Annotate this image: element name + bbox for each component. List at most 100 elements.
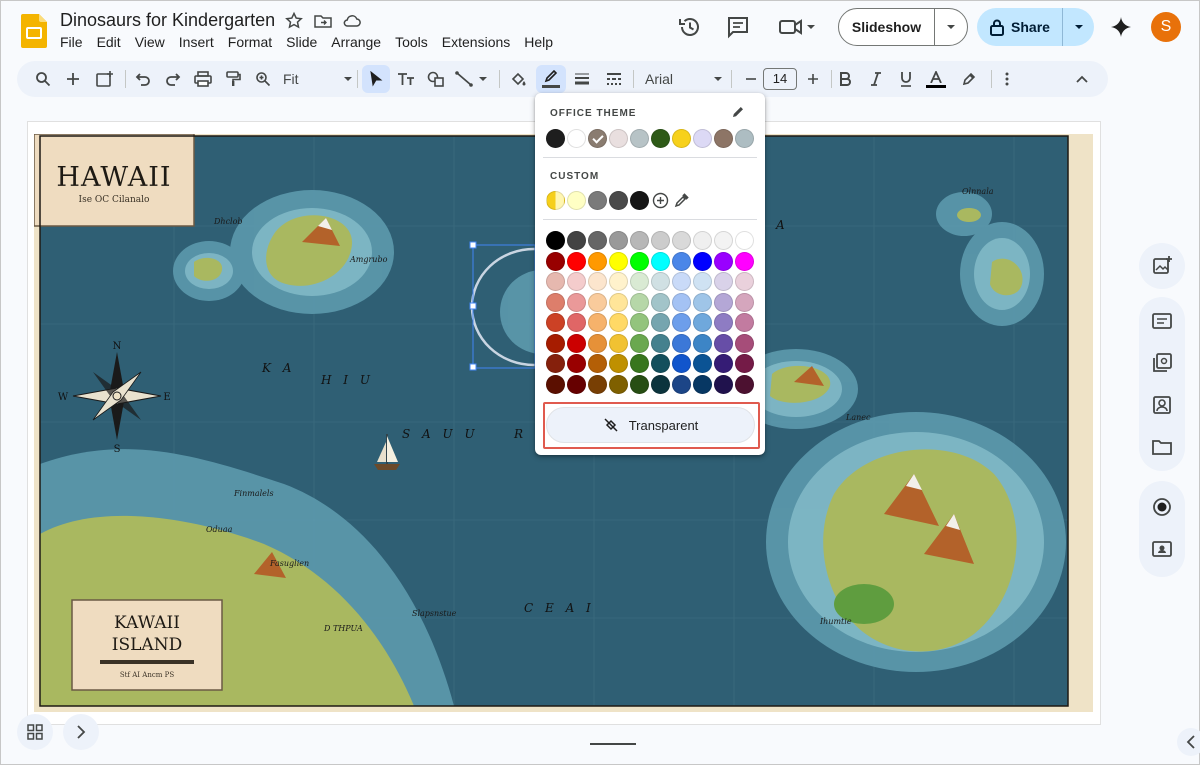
palette-color-swatch[interactable]	[567, 313, 586, 332]
zoom-select[interactable]: Fit	[283, 61, 353, 97]
version-history-icon[interactable]	[677, 14, 703, 40]
comments-icon[interactable]	[725, 14, 751, 40]
palette-color-swatch[interactable]	[609, 251, 628, 271]
palette-color-swatch[interactable]	[651, 313, 670, 332]
palette-color-swatch[interactable]	[693, 272, 712, 291]
gemini-sparkle-icon[interactable]	[1109, 15, 1133, 39]
zoom-button[interactable]	[249, 61, 277, 97]
account-avatar[interactable]: S	[1151, 12, 1181, 42]
theme-color-swatch[interactable]	[672, 129, 691, 148]
eyedropper-icon[interactable]	[673, 192, 690, 209]
camera-video-icon[interactable]	[1150, 537, 1174, 561]
palette-color-swatch[interactable]	[693, 313, 712, 332]
edit-theme-pencil-icon[interactable]	[731, 105, 745, 119]
palette-color-swatch[interactable]	[672, 272, 691, 291]
image-library-icon[interactable]	[1150, 351, 1174, 375]
custom-color-swatch[interactable]	[546, 191, 565, 210]
slideshow-dropdown[interactable]	[935, 23, 967, 31]
palette-color-swatch[interactable]	[651, 272, 670, 291]
custom-color-swatch[interactable]	[609, 191, 628, 210]
palette-color-swatch[interactable]	[693, 251, 712, 271]
add-person-image-icon[interactable]	[1150, 393, 1174, 417]
font-size-input[interactable]: 14	[763, 68, 797, 90]
palette-color-swatch[interactable]	[672, 374, 691, 394]
collapse-toolbar-button[interactable]	[1068, 61, 1096, 97]
palette-color-swatch[interactable]	[567, 374, 586, 394]
palette-color-swatch[interactable]	[630, 231, 649, 250]
increase-font-size-button[interactable]	[799, 61, 827, 97]
menu-slide[interactable]: Slide	[279, 33, 324, 51]
menu-file[interactable]: File	[53, 33, 90, 51]
side-panel-toggle[interactable]	[1177, 728, 1200, 756]
custom-color-swatch[interactable]	[588, 191, 607, 210]
palette-color-swatch[interactable]	[693, 333, 712, 353]
speaker-notes-resize-handle[interactable]	[590, 743, 636, 745]
palette-color-swatch[interactable]	[651, 292, 670, 312]
record-icon[interactable]	[1150, 495, 1174, 519]
theme-color-swatch[interactable]	[693, 129, 712, 148]
menu-view[interactable]: View	[128, 33, 172, 51]
line-tool[interactable]	[452, 61, 492, 97]
palette-color-swatch[interactable]	[693, 354, 712, 373]
share-button[interactable]: Share	[977, 8, 1063, 46]
menu-format[interactable]: Format	[221, 33, 279, 51]
palette-color-swatch[interactable]	[630, 333, 649, 353]
slideshow-button[interactable]: Slideshow	[839, 9, 935, 45]
expand-filmstrip-button[interactable]	[63, 714, 99, 750]
palette-color-swatch[interactable]	[546, 374, 565, 394]
palette-color-swatch[interactable]	[735, 374, 754, 394]
palette-color-swatch[interactable]	[546, 292, 565, 312]
grid-view-button[interactable]	[17, 714, 53, 750]
palette-color-swatch[interactable]	[630, 292, 649, 312]
custom-color-swatch[interactable]	[630, 191, 649, 210]
palette-color-swatch[interactable]	[588, 292, 607, 312]
palette-color-swatch[interactable]	[609, 231, 628, 250]
custom-color-swatch[interactable]	[567, 191, 586, 210]
palette-color-swatch[interactable]	[630, 313, 649, 332]
palette-color-swatch[interactable]	[588, 231, 607, 250]
palette-color-swatch[interactable]	[651, 354, 670, 373]
palette-color-swatch[interactable]	[609, 374, 628, 394]
search-menus-button[interactable]	[29, 61, 57, 97]
palette-color-swatch[interactable]	[609, 333, 628, 353]
palette-color-swatch[interactable]	[693, 374, 712, 394]
palette-color-swatch[interactable]	[672, 333, 691, 353]
bold-button[interactable]	[831, 61, 859, 97]
palette-color-swatch[interactable]	[735, 272, 754, 291]
print-button[interactable]	[189, 61, 217, 97]
slides-logo[interactable]	[21, 14, 47, 48]
palette-color-swatch[interactable]	[546, 272, 565, 291]
add-image-icon[interactable]	[1150, 254, 1174, 278]
palette-color-swatch[interactable]	[735, 292, 754, 312]
palette-color-swatch[interactable]	[567, 292, 586, 312]
theme-color-swatch[interactable]	[651, 129, 670, 148]
palette-color-swatch[interactable]	[672, 354, 691, 373]
meet-icon[interactable]	[777, 14, 819, 40]
palette-color-swatch[interactable]	[714, 292, 733, 312]
document-title[interactable]: Dinosaurs for Kindergarten	[60, 10, 275, 31]
palette-color-swatch[interactable]	[588, 251, 607, 271]
palette-color-swatch[interactable]	[546, 251, 565, 271]
theme-color-swatch[interactable]	[714, 129, 733, 148]
palette-color-swatch[interactable]	[630, 354, 649, 373]
palette-color-swatch[interactable]	[567, 333, 586, 353]
palette-color-swatch[interactable]	[672, 231, 691, 250]
palette-color-swatch[interactable]	[693, 292, 712, 312]
share-dropdown[interactable]	[1063, 23, 1094, 31]
palette-color-swatch[interactable]	[630, 251, 649, 271]
palette-color-swatch[interactable]	[672, 313, 691, 332]
text-color-button[interactable]	[922, 61, 950, 97]
palette-color-swatch[interactable]	[714, 374, 733, 394]
palette-color-swatch[interactable]	[609, 292, 628, 312]
star-icon[interactable]	[284, 11, 304, 31]
palette-color-swatch[interactable]	[567, 354, 586, 373]
menu-insert[interactable]: Insert	[172, 33, 221, 51]
palette-color-swatch[interactable]	[630, 272, 649, 291]
menu-extensions[interactable]: Extensions	[435, 33, 517, 51]
menu-help[interactable]: Help	[517, 33, 560, 51]
palette-color-swatch[interactable]	[630, 374, 649, 394]
palette-color-swatch[interactable]	[588, 374, 607, 394]
menu-edit[interactable]: Edit	[90, 33, 128, 51]
underline-button[interactable]	[892, 61, 920, 97]
palette-color-swatch[interactable]	[735, 231, 754, 250]
